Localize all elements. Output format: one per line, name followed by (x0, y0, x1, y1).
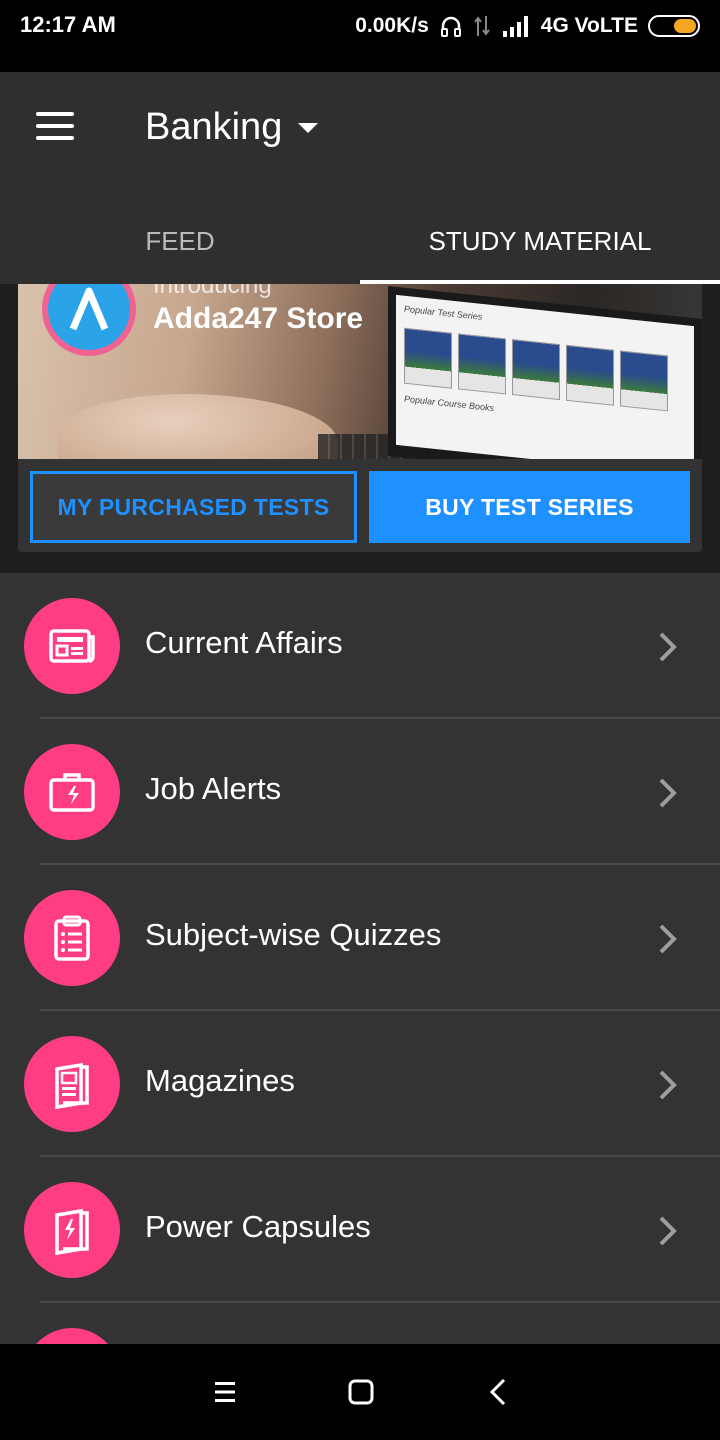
list-item-label: Job Alerts (145, 771, 282, 806)
list-item-current-affairs[interactable]: Current Affairs (0, 573, 720, 719)
back-icon[interactable] (481, 1374, 517, 1410)
clipboard-icon (24, 890, 120, 986)
list-item-magazines[interactable]: Magazines (0, 1011, 720, 1157)
chevron-right-icon (659, 1216, 677, 1246)
chevron-right-icon (659, 632, 677, 662)
list-item-subject-wise-quizzes[interactable]: Subject-wise Quizzes (0, 865, 720, 1011)
store-banner-image[interactable]: Popular Test Series Popular Course Books… (18, 284, 702, 459)
store-banner-card: Popular Test Series Popular Course Books… (18, 284, 702, 552)
recents-icon[interactable] (207, 1374, 243, 1410)
buy-test-series-button[interactable]: BUY TEST SERIES (369, 471, 690, 543)
list-item-label: Magazines (145, 1063, 295, 1098)
list-item-label: Power Capsules (145, 1209, 371, 1244)
list-item-job-alerts[interactable]: Job Alerts (0, 719, 720, 865)
system-nav-bar (0, 1344, 720, 1440)
chevron-right-icon (659, 1070, 677, 1100)
list-item-power-capsules[interactable]: Power Capsules (0, 1157, 720, 1303)
typing-hand-image (58, 394, 338, 459)
adda247-logo (42, 284, 136, 356)
caret-down-icon (298, 122, 319, 133)
list-item-label: Current Affairs (145, 625, 343, 660)
home-icon[interactable] (343, 1374, 379, 1410)
exam-category-selector[interactable]: Banking (145, 106, 319, 149)
newspaper-icon (24, 598, 120, 694)
briefcase-icon (24, 744, 120, 840)
banner-buttons: MY PURCHASED TESTS BUY TEST SERIES (30, 471, 690, 543)
magazine-icon (24, 1036, 120, 1132)
tab-study-material[interactable]: STUDY MATERIAL (360, 198, 720, 284)
data-arrows-icon (473, 14, 491, 38)
study-material-content[interactable]: Popular Test Series Popular Course Books… (0, 284, 720, 1344)
page-title: Banking (145, 106, 283, 148)
banner-intro: Introducing (153, 284, 272, 299)
tab-feed[interactable]: FEED (0, 198, 360, 284)
study-material-list: Current Affairs Job Alerts Subject-wise … (0, 573, 720, 1344)
list-item-label: Subject-wise Quizzes (145, 917, 442, 952)
signal-icon (501, 15, 531, 37)
my-purchased-tests-button[interactable]: MY PURCHASED TESTS (30, 471, 357, 543)
list-item-icon (24, 1328, 120, 1344)
status-bar: 12:17 AM 0.00K/s 4G VoLTE (0, 0, 720, 52)
laptop-screen-image: Popular Test Series Popular Course Books (388, 286, 702, 459)
chevron-right-icon (659, 924, 677, 954)
tab-bar: FEED STUDY MATERIAL (0, 198, 720, 284)
banner-store-name: Adda247 Store (153, 302, 364, 335)
network-speed: 0.00K/s (355, 14, 429, 37)
status-time: 12:17 AM (20, 12, 116, 37)
network-type: 4G VoLTE (540, 14, 638, 37)
list-item-partial[interactable] (0, 1303, 720, 1344)
battery-icon (648, 15, 700, 37)
chevron-right-icon (659, 778, 677, 808)
headphones-icon (439, 14, 463, 38)
power-capsule-icon (24, 1182, 120, 1278)
status-indicators: 0.00K/s 4G VoLTE (355, 12, 700, 40)
hamburger-icon[interactable] (36, 112, 76, 142)
